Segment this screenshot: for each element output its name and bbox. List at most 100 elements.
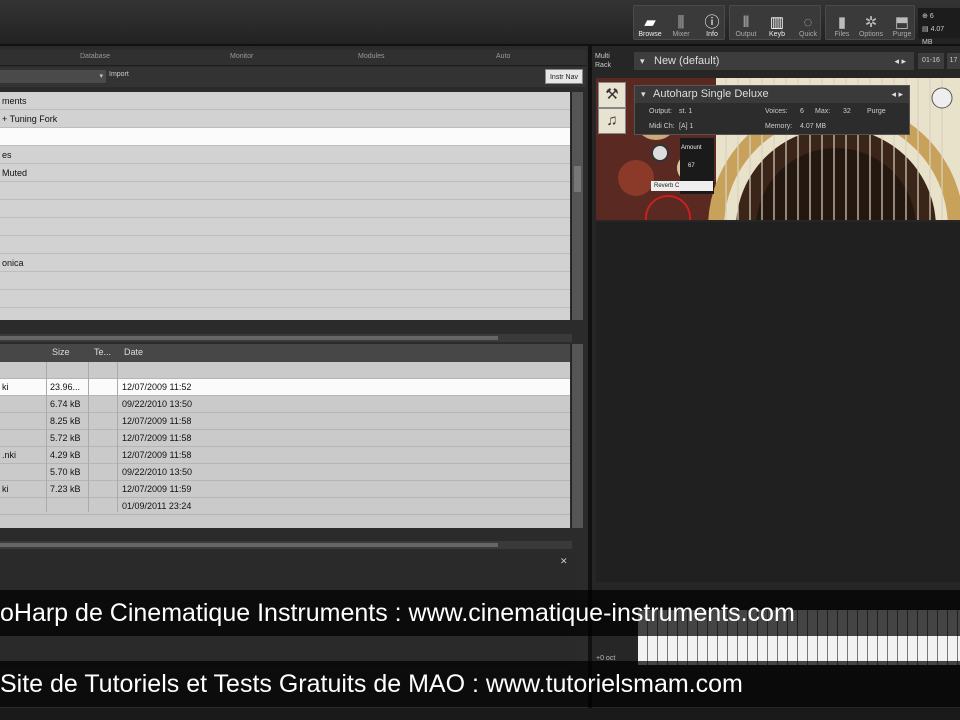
prev-next-arrows-icon[interactable]: ◂ ▸ <box>891 86 903 103</box>
col-date[interactable]: Date <box>124 347 143 357</box>
file-row[interactable]: ki 7.23 kB 12/07/2009 11:59 <box>0 481 570 498</box>
folder-row[interactable] <box>0 290 570 308</box>
file-list-header: Size Te... Date <box>0 344 570 362</box>
memory-value: 4.07 MB <box>800 123 827 130</box>
keyb-button[interactable]: ▥ Keyb <box>763 6 791 39</box>
folder-row[interactable]: onica <box>0 254 570 272</box>
close-icon[interactable]: ✕ <box>560 556 568 567</box>
scrollbar-thumb[interactable] <box>574 166 581 192</box>
reverb-selector[interactable]: Reverb C <box>651 181 713 191</box>
voices-memory-readout: ⊕ 6 ▤ 4.07 MB <box>918 8 960 46</box>
folder-list-scrollbar[interactable] <box>571 92 583 320</box>
col-size[interactable]: Size <box>52 347 70 357</box>
amount-knob[interactable] <box>651 144 669 162</box>
quick-button[interactable]: ◌ Quick <box>794 6 822 39</box>
folder-row[interactable] <box>0 272 570 290</box>
caption-line-1: oHarp de Cinematique Instruments : www.c… <box>0 590 960 636</box>
folder-hscrollbar[interactable] <box>0 334 572 342</box>
folder-row[interactable]: es <box>0 146 570 164</box>
folder-row[interactable]: + Tuning Fork <box>0 110 570 128</box>
mixer-button[interactable]: ⫼ Mixer <box>667 6 695 39</box>
toolbar-button-label: Files <box>834 31 850 38</box>
rack-title-line2: Rack <box>595 62 611 69</box>
file-list-scrollbar[interactable] <box>571 344 583 528</box>
files-icon: ▮ <box>837 14 847 31</box>
folder-row[interactable] <box>0 218 570 236</box>
info-button[interactable]: ⓘ Info <box>698 6 726 39</box>
file-row[interactable] <box>0 515 570 528</box>
output-label: Output: <box>649 108 672 115</box>
midi-value[interactable]: [A] 1 <box>679 123 693 130</box>
hscrollbar-thumb[interactable] <box>0 543 498 547</box>
file-hscrollbar[interactable] <box>0 541 572 549</box>
file-size: 5.70 kB <box>50 467 81 477</box>
voices-value[interactable]: 6 <box>800 108 804 115</box>
col-type[interactable]: Te... <box>94 347 111 357</box>
rack-page-1[interactable]: 01-16 <box>918 53 944 69</box>
file-date: 09/22/2010 13:50 <box>122 467 193 477</box>
wrench-icon[interactable]: ⚒ <box>598 82 626 108</box>
file-date: 12/07/2009 11:59 <box>122 484 192 494</box>
tab-database[interactable]: Database <box>80 53 110 60</box>
prev-next-arrows-icon[interactable]: ◂ ▸ <box>894 52 906 70</box>
folder-row[interactable] <box>0 182 570 200</box>
multi-preset-selector[interactable]: ▾ New (default) ◂ ▸ <box>634 52 914 70</box>
file-date: 01/09/2011 23:24 <box>122 501 192 511</box>
file-row[interactable]: .nki 4.29 kB 12/07/2009 11:58 <box>0 447 570 464</box>
file-row[interactable]: 5.72 kB 12/07/2009 11:58 <box>0 430 570 447</box>
file-size: 7.23 kB <box>50 484 81 494</box>
output-button[interactable]: ⫴ Output <box>732 6 760 39</box>
voices-value: 6 <box>929 13 934 20</box>
hscrollbar-thumb[interactable] <box>0 336 498 340</box>
folder-row[interactable]: ments <box>0 92 570 110</box>
folder-row[interactable] <box>0 236 570 254</box>
options-button[interactable]: ✲ Options <box>857 6 885 39</box>
max-label: Max: <box>815 108 831 115</box>
file-date: 12/07/2009 11:52 <box>122 382 192 392</box>
output-value[interactable]: st. 1 <box>679 108 692 115</box>
tab-auto[interactable]: Auto <box>496 53 510 60</box>
guitar-icon[interactable]: ♫ <box>598 108 626 134</box>
quick-icon: ◌ <box>803 14 813 31</box>
file-row[interactable]: 8.25 kB 12/07/2009 11:58 <box>0 413 570 430</box>
voices-readout: ⊕ 6 <box>922 13 934 20</box>
location-dropdown[interactable]: ▾ <box>0 70 106 83</box>
options-icon: ✲ <box>864 14 878 31</box>
midi-label: Midi Ch: <box>649 123 675 130</box>
instrument-header: ▾ Autoharp Single Deluxe ◂ ▸ Output: st. 1… <box>634 85 910 135</box>
caption-line-2-text: Site de Tutoriels et Tests Gratuits de M… <box>0 670 743 698</box>
file-row[interactable]: ki 23.96... 12/07/2009 11:52 <box>0 379 570 396</box>
max-value[interactable]: 32 <box>843 108 851 115</box>
folder-row[interactable] <box>0 128 570 146</box>
memory-label: Memory: <box>765 123 793 130</box>
file-row[interactable]: 01/09/2011 23:24 <box>0 498 570 515</box>
tab-modules[interactable]: Modules <box>358 53 384 60</box>
file-name: ki <box>2 382 9 392</box>
info-icon: ⓘ <box>704 14 720 31</box>
browse-button[interactable]: ▰ Browse <box>636 6 664 39</box>
file-row[interactable]: 5.70 kB 09/22/2010 13:50 <box>0 464 570 481</box>
status-bar <box>0 708 960 720</box>
file-date: 12/07/2009 11:58 <box>122 433 192 443</box>
chevron-down-icon: ▾ <box>641 89 646 99</box>
folder-row[interactable] <box>0 200 570 218</box>
file-row[interactable] <box>0 362 570 379</box>
toolbar-button-label: Options <box>858 31 884 38</box>
files-button[interactable]: ▮ Files <box>828 6 856 39</box>
folder-row[interactable]: Muted <box>0 164 570 182</box>
rack-page-2[interactable]: 17 <box>947 53 960 69</box>
mixer-icon: ⫼ <box>677 14 685 31</box>
instr-nav-button[interactable]: Instr Nav <box>545 69 583 84</box>
purge-button[interactable]: Purge <box>867 108 886 115</box>
tab-monitor[interactable]: Monitor <box>230 53 253 60</box>
file-date: 09/22/2010 13:50 <box>122 399 193 409</box>
import-label[interactable]: Import <box>109 71 129 78</box>
col-divider <box>88 362 89 512</box>
output-icon: ⫴ <box>742 14 750 31</box>
file-size: 6.74 kB <box>50 399 81 409</box>
instrument-name[interactable]: ▾ Autoharp Single Deluxe ◂ ▸ <box>635 86 909 103</box>
folder-list: ments + Tuning Fork es Muted onica <box>0 92 570 320</box>
purge-button[interactable]: ⬒ Purge <box>888 6 916 39</box>
file-row[interactable]: 6.74 kB 09/22/2010 13:50 <box>0 396 570 413</box>
toolbar-button-label: Browse <box>638 31 662 38</box>
